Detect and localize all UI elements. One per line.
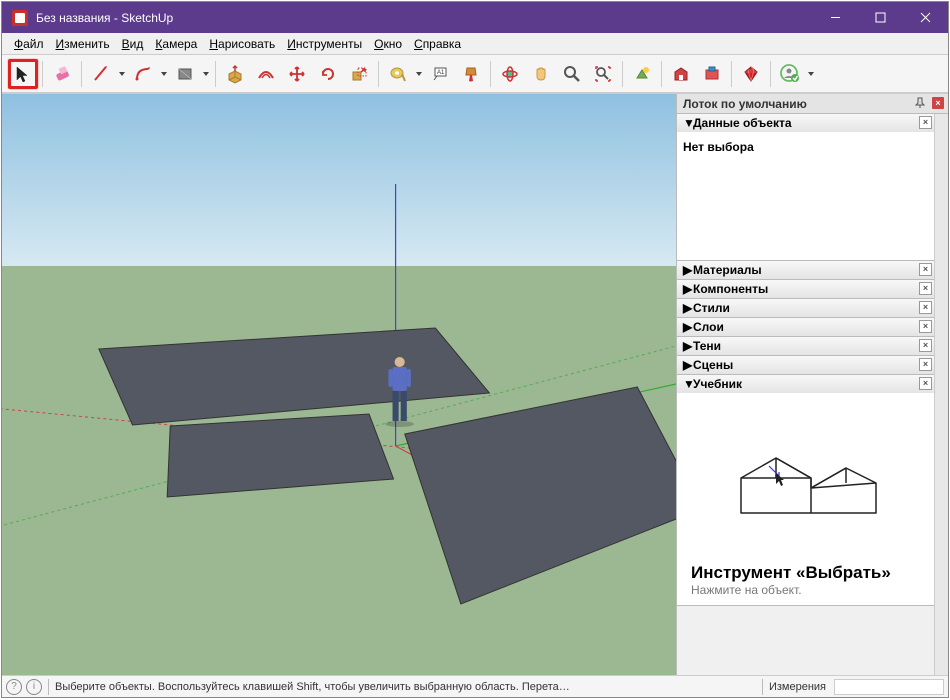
tray-title-label: Лоток по умолчанию	[683, 97, 807, 111]
panel-title-materials: Материалы	[693, 263, 762, 277]
user-dropdown[interactable]	[806, 59, 816, 89]
app-icon	[12, 10, 28, 26]
panel-head-materials[interactable]: ▶Материалы×	[677, 261, 934, 279]
eraser-tool-button[interactable]	[47, 59, 77, 89]
offset-tool-button[interactable]	[251, 59, 281, 89]
select-tool-button[interactable]	[8, 59, 38, 89]
warehouse-button[interactable]	[666, 59, 696, 89]
tray: Лоток по умолчанию × ▼Данные объекта× Не…	[676, 94, 948, 675]
panel-title-entity: Данные объекта	[693, 116, 792, 130]
panel-instructor: ▼Учебник×	[677, 375, 934, 606]
pushpull-tool-button[interactable]	[220, 59, 250, 89]
statusbar: ? i Выберите объекты. Воспользуйтесь кла…	[2, 675, 948, 697]
extensions-button[interactable]	[697, 59, 727, 89]
status-hint: Выберите объекты. Воспользуйтесь клавише…	[55, 681, 756, 693]
arc-tool-button[interactable]	[128, 59, 158, 89]
panel-head-scenes[interactable]: ▶Сцены×	[677, 356, 934, 374]
close-button[interactable]	[903, 2, 948, 33]
orbit-tool-button[interactable]	[495, 59, 525, 89]
menu-help[interactable]: Справка	[408, 35, 467, 53]
window-title: Без названия - SketchUp	[36, 11, 173, 25]
tape-dropdown[interactable]	[414, 59, 424, 89]
menu-camera[interactable]: Камера	[149, 35, 203, 53]
titlebar: Без названия - SketchUp	[2, 2, 948, 33]
panel-title-shadows: Тени	[693, 339, 721, 353]
maximize-button[interactable]	[858, 2, 903, 33]
pan-tool-button[interactable]	[526, 59, 556, 89]
shape-tool-button[interactable]	[170, 59, 200, 89]
menu-edit[interactable]: Изменить	[50, 35, 116, 53]
menubar: Файл Изменить Вид Камера Нарисовать Инст…	[2, 33, 948, 55]
menu-window[interactable]: Окно	[368, 35, 408, 53]
help-icon[interactable]: ?	[6, 679, 22, 695]
tray-close-icon[interactable]: ×	[932, 97, 944, 109]
panel-head-entity[interactable]: ▼Данные объекта×	[677, 114, 934, 132]
svg-text:A1: A1	[437, 70, 445, 76]
panel-title-styles: Стили	[693, 301, 730, 315]
panel-head-layers[interactable]: ▶Слои×	[677, 318, 934, 336]
arc-dropdown[interactable]	[159, 59, 169, 89]
line-dropdown[interactable]	[117, 59, 127, 89]
entity-no-selection: Нет выбора	[683, 138, 928, 156]
panel-close-layers[interactable]: ×	[919, 320, 932, 333]
panel-close-components[interactable]: ×	[919, 282, 932, 295]
minimize-button[interactable]	[813, 2, 858, 33]
panel-close-materials[interactable]: ×	[919, 263, 932, 276]
toolbar: A1	[2, 55, 948, 93]
measurements-label: Измерения	[769, 681, 826, 693]
panel-entity-info: ▼Данные объекта× Нет выбора	[677, 114, 934, 261]
instructor-illustration	[691, 401, 920, 564]
viewport-3d[interactable]	[2, 94, 676, 675]
tape-tool-button[interactable]	[383, 59, 413, 89]
menu-draw[interactable]: Нарисовать	[203, 35, 281, 53]
menu-view[interactable]: Вид	[116, 35, 150, 53]
panel-head-components[interactable]: ▶Компоненты×	[677, 280, 934, 298]
shape-dropdown[interactable]	[201, 59, 211, 89]
ruby-button[interactable]	[736, 59, 766, 89]
panel-close-instructor[interactable]: ×	[919, 377, 932, 390]
panel-close-styles[interactable]: ×	[919, 301, 932, 314]
pin-icon[interactable]	[914, 97, 926, 109]
move-tool-button[interactable]	[282, 59, 312, 89]
menu-tools[interactable]: Инструменты	[281, 35, 368, 53]
panel-title-scenes: Сцены	[693, 358, 733, 372]
instructor-tool-title: Инструмент «Выбрать»	[691, 564, 891, 583]
panel-title-components: Компоненты	[693, 282, 768, 296]
tray-title[interactable]: Лоток по умолчанию ×	[677, 94, 948, 114]
tray-scrollbar[interactable]	[934, 114, 948, 675]
zoom-extents-tool-button[interactable]	[588, 59, 618, 89]
panel-title-layers: Слои	[693, 320, 724, 334]
menu-file[interactable]: Файл	[8, 35, 50, 53]
panel-head-shadows[interactable]: ▶Тени×	[677, 337, 934, 355]
scale-tool-button[interactable]	[344, 59, 374, 89]
instructor-tool-sub: Нажмите на объект.	[691, 583, 802, 597]
user-button[interactable]	[775, 59, 805, 89]
panel-title-instructor: Учебник	[693, 377, 742, 391]
line-tool-button[interactable]	[86, 59, 116, 89]
panel-close-shadows[interactable]: ×	[919, 339, 932, 352]
paint-tool-button[interactable]	[456, 59, 486, 89]
panel-head-instructor[interactable]: ▼Учебник×	[677, 375, 934, 393]
info-icon[interactable]: i	[26, 679, 42, 695]
rotate-tool-button[interactable]	[313, 59, 343, 89]
panel-head-styles[interactable]: ▶Стили×	[677, 299, 934, 317]
zoom-tool-button[interactable]	[557, 59, 587, 89]
panel-close-scenes[interactable]: ×	[919, 358, 932, 371]
text-tool-button[interactable]: A1	[425, 59, 455, 89]
measurements-input[interactable]	[834, 679, 944, 695]
add-location-button[interactable]	[627, 59, 657, 89]
panel-close-entity[interactable]: ×	[919, 116, 932, 129]
